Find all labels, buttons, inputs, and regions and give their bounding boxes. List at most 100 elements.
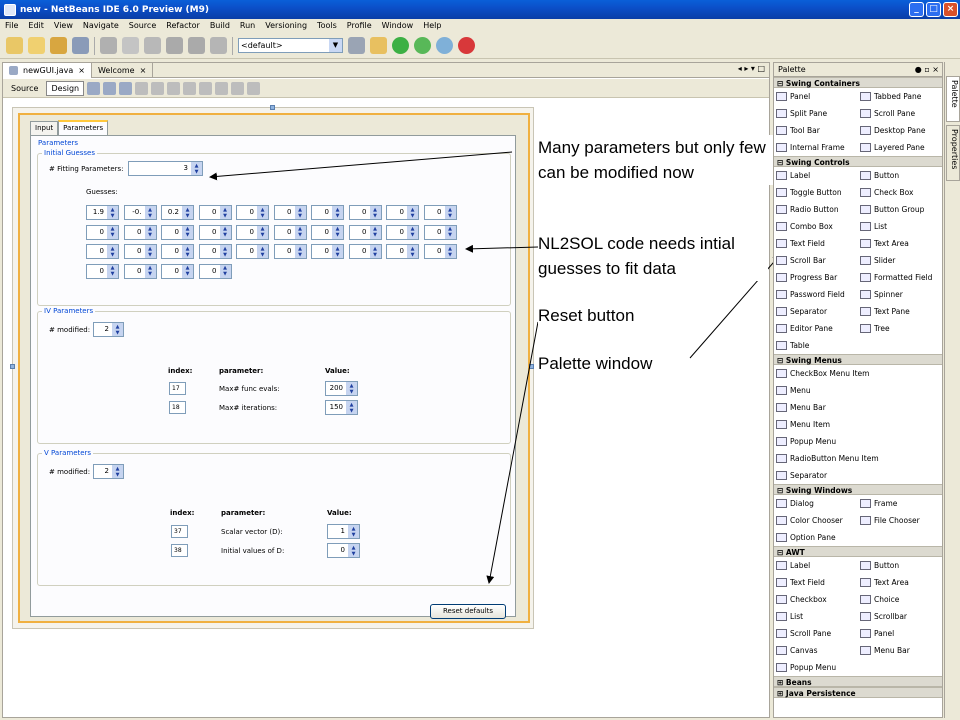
palette-items: Panel Tabbed Pane Split Pane Scroll Pane Too… xyxy=(774,88,942,156)
component-icon xyxy=(776,403,787,412)
palette-item[interactable]: Button xyxy=(858,557,942,574)
palette-item[interactable]: Radio Button xyxy=(774,201,858,218)
palette-item-label: Password Field xyxy=(790,290,845,299)
collapse-icon[interactable]: ⊟ xyxy=(777,356,786,365)
palette-category-java-persistence[interactable]: ⊞ Java Persistence xyxy=(774,687,942,698)
side-tab-properties[interactable]: Properties xyxy=(946,125,960,181)
palette-item[interactable]: Panel xyxy=(858,625,942,642)
palette-item[interactable]: Toggle Button xyxy=(774,184,858,201)
expand-icon[interactable]: ⊞ xyxy=(777,678,786,687)
side-tab-palette[interactable]: Palette xyxy=(946,76,960,122)
palette-item[interactable]: Menu xyxy=(774,382,942,399)
palette-item-label: Menu xyxy=(790,386,811,395)
palette-item[interactable]: Label xyxy=(774,167,858,184)
palette-item[interactable]: Menu Bar xyxy=(858,642,942,659)
palette-item[interactable]: Combo Box xyxy=(774,218,858,235)
palette-category-label: Beans xyxy=(785,678,812,687)
palette-item[interactable]: Button xyxy=(858,167,942,184)
palette-item[interactable]: CheckBox Menu Item xyxy=(774,365,942,382)
component-icon xyxy=(776,205,787,214)
palette-item[interactable]: Password Field xyxy=(774,286,858,303)
palette-item[interactable]: RadioButton Menu Item xyxy=(774,450,942,467)
palette-category-swing-containers[interactable]: ⊟ Swing Containers xyxy=(774,77,942,88)
palette-item-label: Radio Button xyxy=(790,205,839,214)
component-icon xyxy=(776,612,787,621)
palette-item[interactable]: Menu Item xyxy=(774,416,942,433)
palette-item[interactable]: Scrollbar xyxy=(858,608,942,625)
collapse-icon[interactable]: ⊟ xyxy=(777,79,786,88)
palette-item[interactable]: Choice xyxy=(858,591,942,608)
palette-item[interactable]: Option Pane xyxy=(774,529,858,546)
palette-item[interactable]: Scroll Pane xyxy=(774,625,858,642)
palette-item[interactable]: Text Area xyxy=(858,235,942,252)
palette-item[interactable]: Tabbed Pane xyxy=(858,88,942,105)
palette-item-label: Progress Bar xyxy=(790,273,838,282)
component-icon xyxy=(776,126,787,135)
palette-item[interactable]: Editor Pane xyxy=(774,320,858,337)
palette-item-label: Menu Bar xyxy=(790,403,826,412)
palette-controls-icon[interactable]: ● ▫ × xyxy=(915,63,939,76)
component-icon xyxy=(860,646,871,655)
palette-item[interactable]: Canvas xyxy=(774,642,858,659)
palette-item[interactable]: Separator xyxy=(774,467,942,484)
palette-item[interactable]: Label xyxy=(774,557,858,574)
palette-category-swing-windows[interactable]: ⊟ Swing Windows xyxy=(774,484,942,495)
palette-item[interactable]: Popup Menu xyxy=(774,433,942,450)
palette-header: Palette ● ▫ × xyxy=(774,63,942,77)
palette-category-label: Swing Menus xyxy=(785,356,842,365)
palette-item[interactable]: Layered Pane xyxy=(858,139,942,156)
palette-item[interactable]: Slider xyxy=(858,252,942,269)
collapse-icon[interactable]: ⊟ xyxy=(777,158,786,167)
palette-item-label: List xyxy=(874,222,888,231)
component-icon xyxy=(776,578,787,587)
palette-item[interactable]: Tree xyxy=(858,320,942,337)
component-icon xyxy=(860,92,871,101)
palette-category-swing-menus[interactable]: ⊟ Swing Menus xyxy=(774,354,942,365)
palette-item[interactable]: Scroll Bar xyxy=(774,252,858,269)
palette-category-swing-controls[interactable]: ⊟ Swing Controls xyxy=(774,156,942,167)
palette-item[interactable]: Button Group xyxy=(858,201,942,218)
palette-item[interactable]: List xyxy=(858,218,942,235)
palette-item[interactable]: Progress Bar xyxy=(774,269,858,286)
palette-item-label: Scroll Bar xyxy=(790,256,826,265)
palette-item[interactable]: Text Area xyxy=(858,574,942,591)
palette-item[interactable]: Desktop Pane xyxy=(858,122,942,139)
palette-item[interactable]: Color Chooser xyxy=(774,512,858,529)
palette-item[interactable]: Internal Frame xyxy=(774,139,858,156)
component-icon xyxy=(776,533,787,542)
side-tab-strip: Palette Properties xyxy=(944,62,960,718)
palette-item[interactable]: Frame xyxy=(858,495,942,512)
palette-item-label: Canvas xyxy=(790,646,818,655)
palette-item[interactable]: Formatted Field xyxy=(858,269,942,286)
palette-item[interactable]: Checkbox xyxy=(774,591,858,608)
palette-item[interactable]: File Chooser xyxy=(858,512,942,529)
component-icon xyxy=(860,561,871,570)
palette-item[interactable]: Check Box xyxy=(858,184,942,201)
component-icon xyxy=(776,420,787,429)
palette-item[interactable]: Table xyxy=(774,337,858,354)
palette-item[interactable]: Text Pane xyxy=(858,303,942,320)
palette-category-awt[interactable]: ⊟ AWT xyxy=(774,546,942,557)
palette-category-beans[interactable]: ⊞ Beans xyxy=(774,676,942,687)
expand-icon[interactable]: ⊞ xyxy=(777,689,786,698)
palette-item[interactable]: List xyxy=(774,608,858,625)
palette-item[interactable]: Panel xyxy=(774,88,858,105)
component-icon xyxy=(860,307,871,316)
palette-item[interactable]: Spinner xyxy=(858,286,942,303)
collapse-icon[interactable]: ⊟ xyxy=(777,548,786,557)
palette-item[interactable]: Tool Bar xyxy=(774,122,858,139)
palette-item[interactable]: Split Pane xyxy=(774,105,858,122)
palette-items: Dialog Frame Color Chooser File Chooser Opti… xyxy=(774,495,942,546)
palette-item[interactable]: Scroll Pane xyxy=(858,105,942,122)
palette-item[interactable]: Popup Menu xyxy=(774,659,858,676)
palette-item-label: File Chooser xyxy=(874,516,920,525)
palette-item[interactable]: Menu Bar xyxy=(774,399,942,416)
component-icon xyxy=(776,516,787,525)
palette-item[interactable]: Text Field xyxy=(774,235,858,252)
palette-item[interactable]: Text Field xyxy=(774,574,858,591)
collapse-icon[interactable]: ⊟ xyxy=(777,486,786,495)
palette-item[interactable]: Separator xyxy=(774,303,858,320)
palette-item-label: Text Field xyxy=(790,578,825,587)
component-icon xyxy=(776,171,787,180)
palette-item[interactable]: Dialog xyxy=(774,495,858,512)
